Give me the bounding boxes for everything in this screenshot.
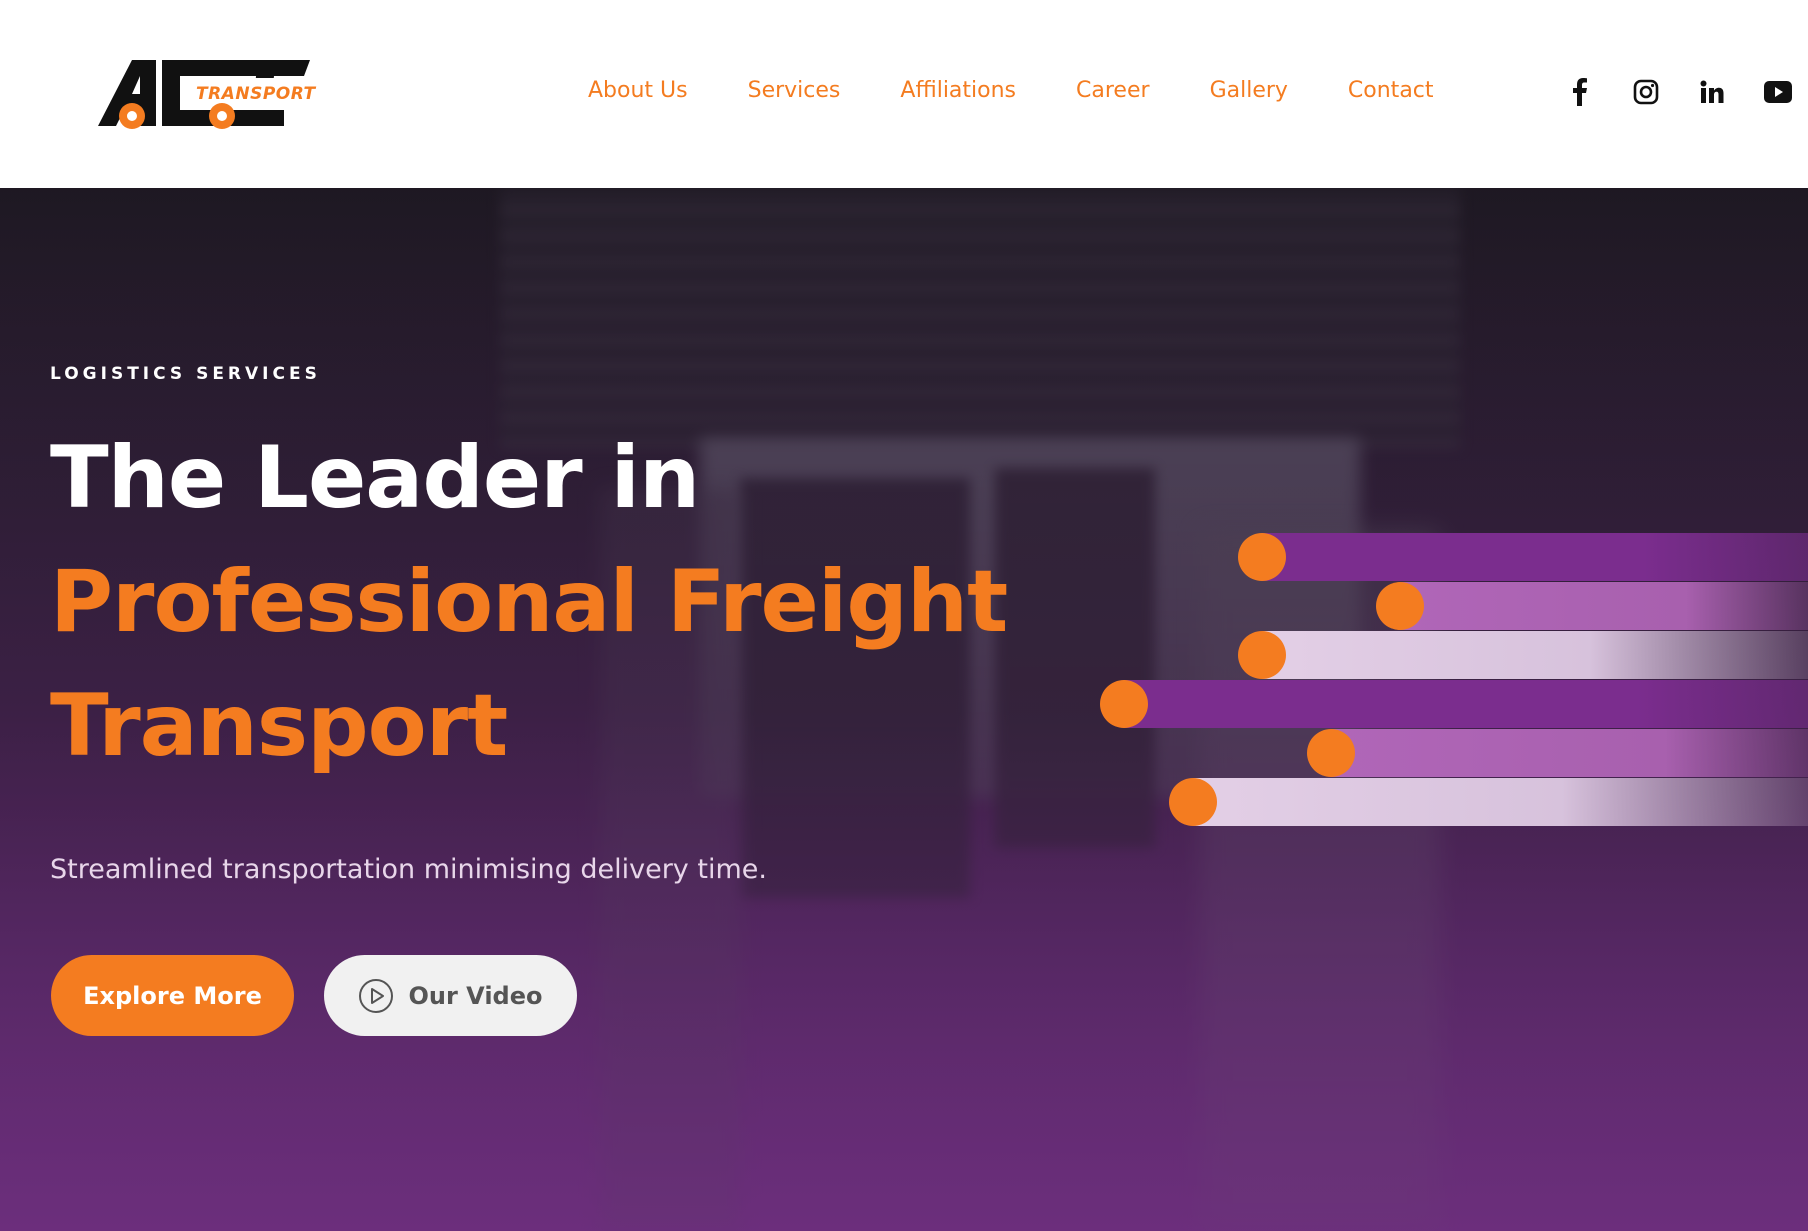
speed-stripes-graphic bbox=[1100, 533, 1808, 833]
hero-headline-line2: Professional Freight bbox=[50, 552, 1008, 652]
our-video-label: Our Video bbox=[408, 981, 543, 1010]
stripe-dot-3 bbox=[1238, 631, 1286, 679]
hero-headline-line1: The Leader in bbox=[50, 428, 700, 528]
site-header: TRANSPORT About Us Services Affiliations… bbox=[0, 0, 1808, 188]
stripe-dot-4 bbox=[1100, 680, 1148, 728]
nav-gallery[interactable]: Gallery bbox=[1210, 78, 1288, 103]
stripe-1 bbox=[1262, 533, 1808, 581]
stripe-dot-6 bbox=[1169, 778, 1217, 826]
instagram-icon[interactable] bbox=[1632, 78, 1660, 106]
nav-contact[interactable]: Contact bbox=[1348, 78, 1434, 103]
company-logo[interactable]: TRANSPORT bbox=[96, 56, 315, 132]
explore-more-button[interactable]: Explore More bbox=[51, 955, 294, 1036]
nav-career[interactable]: Career bbox=[1076, 78, 1150, 103]
main-navigation: About Us Services Affiliations Career Ga… bbox=[588, 78, 1494, 103]
nav-affiliations[interactable]: Affiliations bbox=[900, 78, 1016, 103]
facebook-icon[interactable] bbox=[1566, 78, 1594, 106]
nav-about-us[interactable]: About Us bbox=[588, 78, 688, 103]
stripe-dot-5 bbox=[1307, 729, 1355, 777]
stripe-3 bbox=[1262, 631, 1808, 679]
stripe-2 bbox=[1400, 582, 1808, 630]
social-links bbox=[1566, 78, 1792, 106]
linkedin-icon[interactable] bbox=[1698, 78, 1726, 106]
stripe-6 bbox=[1193, 778, 1808, 826]
stripe-dot-1 bbox=[1238, 533, 1286, 581]
stripe-5 bbox=[1331, 729, 1808, 777]
our-video-button[interactable]: Our Video bbox=[324, 955, 577, 1036]
hero-eyebrow: LOGISTICS SERVICES bbox=[50, 364, 321, 384]
hero-subtitle: Streamlined transportation minimising de… bbox=[50, 854, 767, 885]
hero-section: LOGISTICS SERVICES The Leader in Profess… bbox=[0, 188, 1808, 1231]
youtube-icon[interactable] bbox=[1764, 78, 1792, 106]
logo-wordmark: TRANSPORT bbox=[196, 84, 316, 104]
hero-headline-line3: Transport bbox=[50, 676, 508, 776]
nav-services[interactable]: Services bbox=[748, 78, 841, 103]
stripe-4 bbox=[1124, 680, 1808, 728]
play-circle-icon bbox=[358, 978, 394, 1014]
stripe-dot-2 bbox=[1376, 582, 1424, 630]
